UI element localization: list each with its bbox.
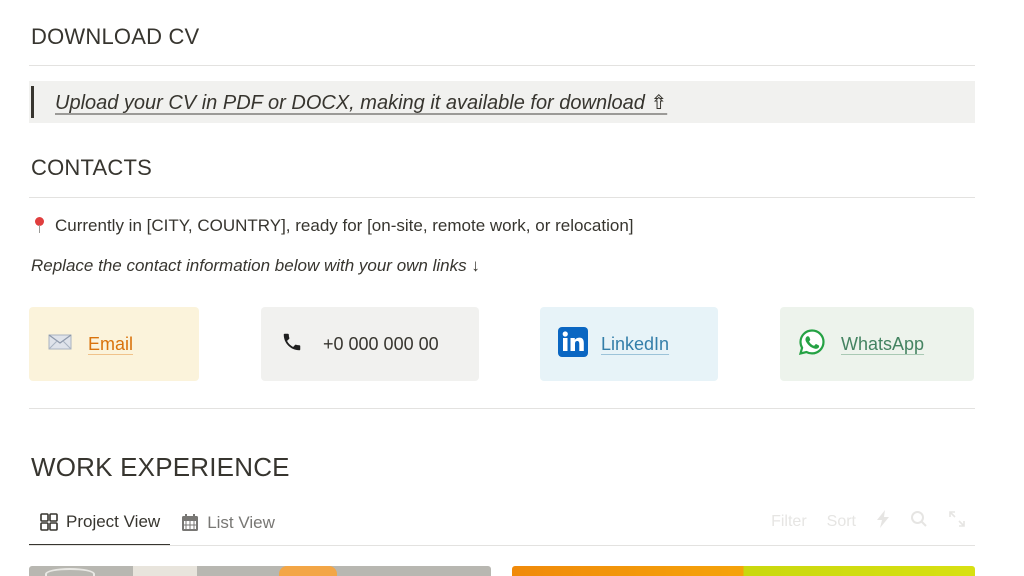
automation-bolt-icon[interactable] <box>876 510 890 533</box>
upload-cv-callout: Upload your CV in PDF or DOCX, making it… <box>29 81 975 123</box>
whatsapp-link[interactable]: WhatsApp <box>841 334 924 355</box>
tab-project-view[interactable]: Project View <box>29 504 171 546</box>
divider <box>29 408 975 409</box>
email-link[interactable]: Email <box>88 334 133 355</box>
tabs-divider <box>29 545 975 546</box>
calendar-icon <box>180 513 200 533</box>
linkedin-card[interactable]: LinkedIn <box>540 307 718 381</box>
phone-number: +0 000 000 00 <box>323 333 439 354</box>
envelope-icon <box>48 333 72 356</box>
location-line: Currently in [CITY, COUNTRY], ready for … <box>33 216 634 236</box>
project-card-cover[interactable] <box>29 566 491 576</box>
tab-list-view[interactable]: List View <box>170 504 285 542</box>
email-card[interactable]: Email <box>29 307 199 381</box>
divider <box>29 197 975 198</box>
tab-label: Project View <box>66 512 161 531</box>
linkedin-link[interactable]: LinkedIn <box>601 334 669 355</box>
divider <box>29 65 975 66</box>
phone-card[interactable]: +0 000 000 00 <box>261 307 479 381</box>
linkedin-icon <box>558 326 588 362</box>
search-icon[interactable] <box>910 510 928 533</box>
download-cv-heading: DOWNLOAD CV <box>31 24 200 49</box>
gallery-icon <box>39 512 59 532</box>
pin-icon <box>33 217 45 233</box>
filter-button[interactable]: Filter <box>771 513 807 531</box>
view-tabs: Project View List View <box>29 504 285 546</box>
whatsapp-icon <box>798 328 826 361</box>
contact-instruction: Replace the contact information below wi… <box>31 256 480 275</box>
phone-icon <box>281 331 303 358</box>
database-toolbar: Filter Sort <box>771 510 966 533</box>
location-text: Currently in [CITY, COUNTRY], ready for … <box>55 216 634 235</box>
whatsapp-card[interactable]: WhatsApp <box>780 307 974 381</box>
work-experience-heading: WORK EXPERIENCE <box>31 452 290 482</box>
contacts-heading: CONTACTS <box>31 155 152 180</box>
quote-bar <box>31 86 34 118</box>
tab-label: List View <box>207 513 275 532</box>
expand-icon[interactable] <box>948 510 966 533</box>
upload-cv-link[interactable]: Upload your CV in PDF or DOCX, making it… <box>55 90 667 115</box>
sort-button[interactable]: Sort <box>827 513 856 531</box>
project-card-cover[interactable] <box>512 566 975 576</box>
